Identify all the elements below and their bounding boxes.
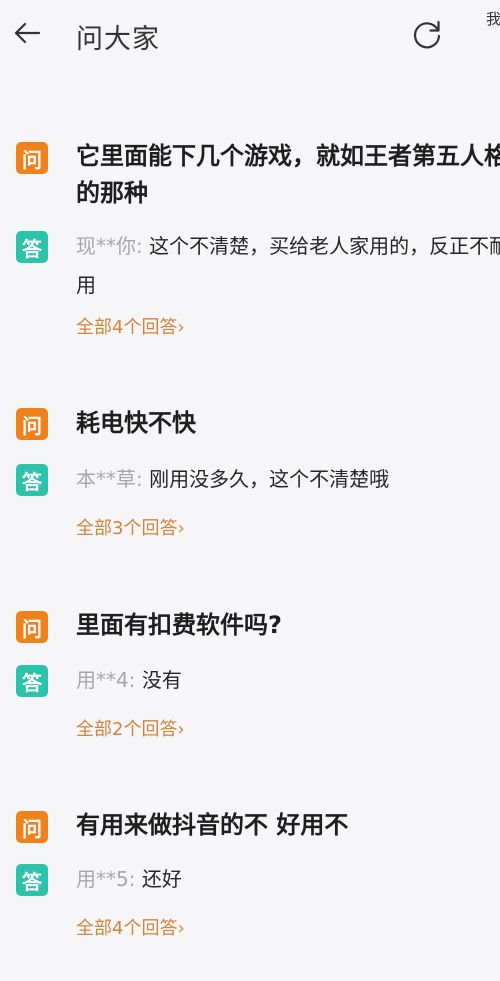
answer-badge-icon: 答	[16, 665, 48, 697]
all-answers-link[interactable]: 全部4个回答›	[76, 914, 185, 940]
question-text[interactable]: 有用来做抖音的不 好用不	[76, 807, 500, 844]
back-arrow-icon	[14, 22, 41, 44]
question-text[interactable]: 里面有扣费软件吗?	[76, 607, 500, 644]
refresh-button[interactable]	[410, 17, 444, 51]
page-title: 问大家	[76, 24, 160, 55]
answer-user: 用**4:	[76, 668, 136, 692]
answer-text[interactable]: 本**草: 刚用没多久，这个不清楚哦	[76, 460, 500, 499]
answer-text[interactable]: 用**4: 没有	[76, 661, 500, 700]
answer-content: 刚用没多久，这个不清楚哦	[142, 467, 390, 491]
top-bar: 问大家 我的问	[0, 0, 500, 72]
answer-text[interactable]: 现**你: 这个不清楚，买给老人家用的，反正不耐用	[76, 227, 500, 305]
question-badge-icon: 问	[16, 142, 48, 174]
question-text[interactable]: 耗电快不快	[76, 405, 500, 442]
all-answers-link[interactable]: 全部4个回答›	[76, 313, 185, 339]
answer-content: 还好	[135, 867, 182, 891]
question-badge-icon: 问	[16, 811, 48, 843]
back-button[interactable]	[10, 16, 44, 50]
answer-badge-icon: 答	[16, 864, 48, 896]
answer-text[interactable]: 用**5: 还好	[76, 860, 500, 899]
answer-badge-icon: 答	[16, 464, 48, 496]
refresh-icon	[413, 20, 441, 49]
answer-badge-icon: 答	[16, 231, 48, 263]
all-answers-link[interactable]: 全部2个回答›	[76, 715, 185, 741]
my-questions-link[interactable]: 我的问	[486, 8, 500, 31]
answer-user: 现**你:	[76, 234, 143, 258]
answer-content: 没有	[135, 668, 182, 692]
answer-user: 本**草:	[76, 467, 143, 491]
question-text[interactable]: 它里面能下几个游戏，就如王者第五人格的那种	[76, 138, 500, 212]
question-badge-icon: 问	[16, 408, 48, 440]
answer-user: 用**5:	[76, 867, 136, 891]
question-badge-icon: 问	[16, 611, 48, 643]
all-answers-link[interactable]: 全部3个回答›	[76, 514, 185, 540]
